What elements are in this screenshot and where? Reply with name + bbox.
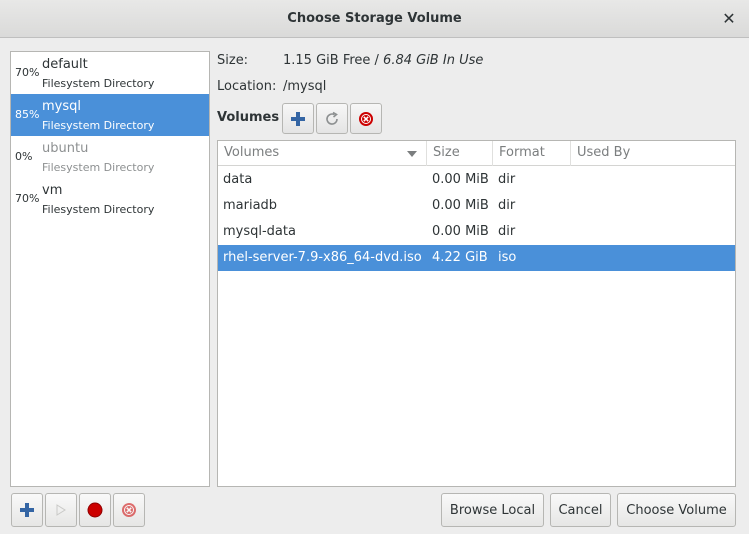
pool-name: default bbox=[42, 57, 88, 72]
volume-used-by bbox=[571, 193, 735, 219]
volume-used-by bbox=[571, 219, 735, 245]
window-title: Choose Storage Volume bbox=[287, 11, 462, 26]
choose-volume-button[interactable]: Choose Volume bbox=[617, 493, 736, 527]
table-row[interactable]: mariadb 0.00 MiB dir bbox=[218, 193, 735, 219]
table-row-selected[interactable]: rhel-server-7.9-x86_64-dvd.iso 4.22 GiB … bbox=[218, 245, 735, 271]
volume-name: mysql-data bbox=[223, 224, 296, 239]
pool-name: mysql bbox=[42, 99, 81, 114]
refresh-button[interactable] bbox=[316, 103, 348, 134]
plus-icon bbox=[291, 111, 305, 126]
size-in-use: 6.84 GiB In Use bbox=[383, 53, 484, 68]
volume-format: dir bbox=[498, 198, 516, 213]
volume-name: rhel-server-7.9-x86_64-dvd.iso bbox=[223, 250, 422, 265]
pool-item-ubuntu[interactable]: 0% ubuntu Filesystem Directory bbox=[11, 136, 209, 178]
volume-table[interactable]: Volumes Size Format Used By data 0.00 Mi… bbox=[217, 140, 736, 487]
location-value: /mysql bbox=[283, 79, 327, 94]
delete-pool-button[interactable] bbox=[113, 493, 145, 527]
volume-size: 0.00 MiB bbox=[432, 224, 489, 239]
close-icon[interactable]: ✕ bbox=[719, 9, 739, 29]
add-pool-button[interactable] bbox=[11, 493, 43, 527]
play-icon bbox=[56, 504, 66, 516]
stop-icon bbox=[87, 502, 103, 518]
column-header-size[interactable]: Size bbox=[427, 141, 493, 166]
table-row[interactable]: data 0.00 MiB dir bbox=[218, 167, 735, 193]
pool-list[interactable]: 70% default Filesystem Directory 85% mys… bbox=[10, 51, 210, 487]
column-header-format[interactable]: Format bbox=[493, 141, 571, 166]
volume-name: data bbox=[223, 172, 253, 187]
size-label: Size: bbox=[217, 53, 249, 68]
start-pool-button[interactable] bbox=[45, 493, 77, 527]
volume-size: 0.00 MiB bbox=[432, 198, 489, 213]
delete-volume-button[interactable] bbox=[350, 103, 382, 134]
pool-name: ubuntu bbox=[42, 141, 89, 156]
column-header-used-by[interactable]: Used By bbox=[571, 141, 735, 166]
pool-item-vm[interactable]: 70% vm Filesystem Directory bbox=[11, 178, 209, 220]
add-volume-button[interactable] bbox=[282, 103, 314, 134]
plus-icon bbox=[20, 503, 34, 517]
cancel-button[interactable]: Cancel bbox=[550, 493, 611, 527]
pool-usage: 85% bbox=[15, 108, 40, 121]
stop-pool-button[interactable] bbox=[79, 493, 111, 527]
pool-usage: 70% bbox=[15, 192, 40, 205]
pool-item-mysql[interactable]: 85% mysql Filesystem Directory bbox=[11, 94, 209, 136]
volumes-label: Volumes bbox=[217, 110, 280, 125]
size-value: 1.15 GiB Free / 6.84 GiB In Use bbox=[283, 53, 483, 68]
pool-type: Filesystem Directory bbox=[42, 161, 155, 174]
pool-type: Filesystem Directory bbox=[42, 77, 155, 90]
table-header: Volumes Size Format Used By bbox=[218, 141, 735, 166]
size-free: 1.15 GiB Free / bbox=[283, 53, 384, 68]
delete-icon bbox=[122, 503, 136, 517]
table-row[interactable]: mysql-data 0.00 MiB dir bbox=[218, 219, 735, 245]
volume-name: mariadb bbox=[223, 198, 278, 213]
pool-type: Filesystem Directory bbox=[42, 119, 155, 132]
delete-icon bbox=[359, 111, 373, 126]
location-label: Location: bbox=[217, 79, 277, 94]
volume-format: iso bbox=[498, 250, 517, 265]
pool-name: vm bbox=[42, 183, 63, 198]
title-bar: Choose Storage Volume ✕ bbox=[0, 0, 749, 38]
volume-format: dir bbox=[498, 224, 516, 239]
browse-local-button[interactable]: Browse Local bbox=[441, 493, 544, 527]
volume-used-by bbox=[571, 167, 735, 193]
volume-format: dir bbox=[498, 172, 516, 187]
sort-down-icon bbox=[407, 151, 417, 157]
column-header-volumes[interactable]: Volumes bbox=[218, 141, 427, 166]
refresh-icon bbox=[326, 111, 338, 125]
volume-size: 4.22 GiB bbox=[432, 250, 488, 265]
volume-used-by bbox=[571, 245, 735, 271]
pool-usage: 70% bbox=[15, 66, 40, 79]
pool-item-default[interactable]: 70% default Filesystem Directory bbox=[11, 52, 209, 94]
pool-type: Filesystem Directory bbox=[42, 203, 155, 216]
pool-usage: 0% bbox=[15, 150, 33, 163]
volume-size: 0.00 MiB bbox=[432, 172, 489, 187]
